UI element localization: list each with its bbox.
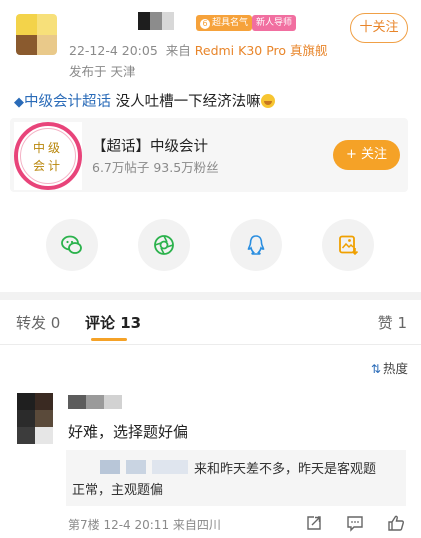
save-image-button[interactable] (322, 219, 374, 271)
sort-icon: ⇅ (370, 362, 381, 376)
post-body: 没人吐槽一下经济法嘛 (111, 94, 261, 110)
post-meta: 22-12-4 20:05 来自 Redmi K30 Pro 真旗舰 (69, 40, 328, 59)
reply-text-line2: 正常，主观题偏 (72, 483, 164, 498)
post-time: 22-12-4 20:05 (69, 43, 158, 58)
comment-meta: 第7楼 12-4 20:11 来自四川 (68, 518, 221, 532)
publish-location: 发布于 天津 (69, 64, 136, 79)
share-wechat-button[interactable] (46, 219, 98, 271)
comment-avatar[interactable] (17, 393, 53, 444)
post-source-prefix: 来自 (165, 43, 191, 58)
reply-comment-button[interactable] (346, 514, 364, 532)
thumbs-up-icon (388, 515, 404, 531)
post-text: ◆中级会计超话 没人吐槽一下经济法嘛 (14, 90, 275, 111)
logo-text-line2: 会计 (32, 159, 63, 173)
tab-like[interactable]: 赞 1 (378, 312, 407, 333)
comment-icon (347, 516, 363, 532)
super-topic-stats: 6.7万帖子 93.5万粉丝 (92, 160, 219, 175)
wechat-icon (61, 235, 82, 254)
qq-icon (247, 235, 265, 255)
tab-comment[interactable]: 评论 13 (85, 312, 141, 333)
active-tab-indicator (91, 338, 127, 341)
logo-text-line1: 中级 (32, 141, 63, 155)
forward-comment-button[interactable] (305, 514, 323, 532)
author-name-blurred[interactable] (138, 12, 174, 30)
author-avatar[interactable] (16, 14, 57, 55)
follow-author-button[interactable]: 十关注 (350, 13, 408, 43)
reply-text-line1: 来和昨天差不多，昨天是客观题 (194, 462, 377, 477)
commenter-name-blurred[interactable] (68, 395, 122, 409)
tab-repost[interactable]: 转发 0 (16, 312, 60, 333)
forward-icon (307, 516, 321, 530)
famous-badge: 6 超具名气 (196, 15, 253, 31)
super-topic-link[interactable]: 中级会计超话 (24, 94, 111, 110)
super-topic-logo[interactable]: 中级 会计 (14, 122, 82, 190)
badge-star-icon: 6 (200, 19, 210, 29)
famous-badge-label: 超具名气 (212, 18, 249, 28)
replier-name-blurred (100, 459, 196, 475)
sort-label: 热度 (382, 361, 408, 376)
post-device[interactable]: Redmi K30 Pro 真旗舰 (195, 43, 328, 58)
sort-by-popularity-button[interactable]: ⇅ 热度 (371, 358, 408, 377)
tab-divider (0, 344, 421, 345)
share-moments-button[interactable] (138, 219, 190, 271)
super-topic-title[interactable]: 【超话】中级会计 (92, 135, 208, 156)
share-qq-button[interactable] (230, 219, 282, 271)
save-image-icon (339, 235, 359, 256)
follow-super-topic-button[interactable]: + 关注 (333, 140, 400, 170)
comment-text: 好难，选择题好偏 (68, 423, 189, 441)
laughing-emoji-icon (260, 94, 275, 108)
like-comment-button[interactable] (387, 514, 405, 532)
super-topic-diamond-icon: ◆ (14, 95, 24, 110)
moments-icon (154, 235, 174, 255)
new-mentor-badge: 新人导师 (252, 15, 297, 31)
section-divider (0, 292, 421, 300)
